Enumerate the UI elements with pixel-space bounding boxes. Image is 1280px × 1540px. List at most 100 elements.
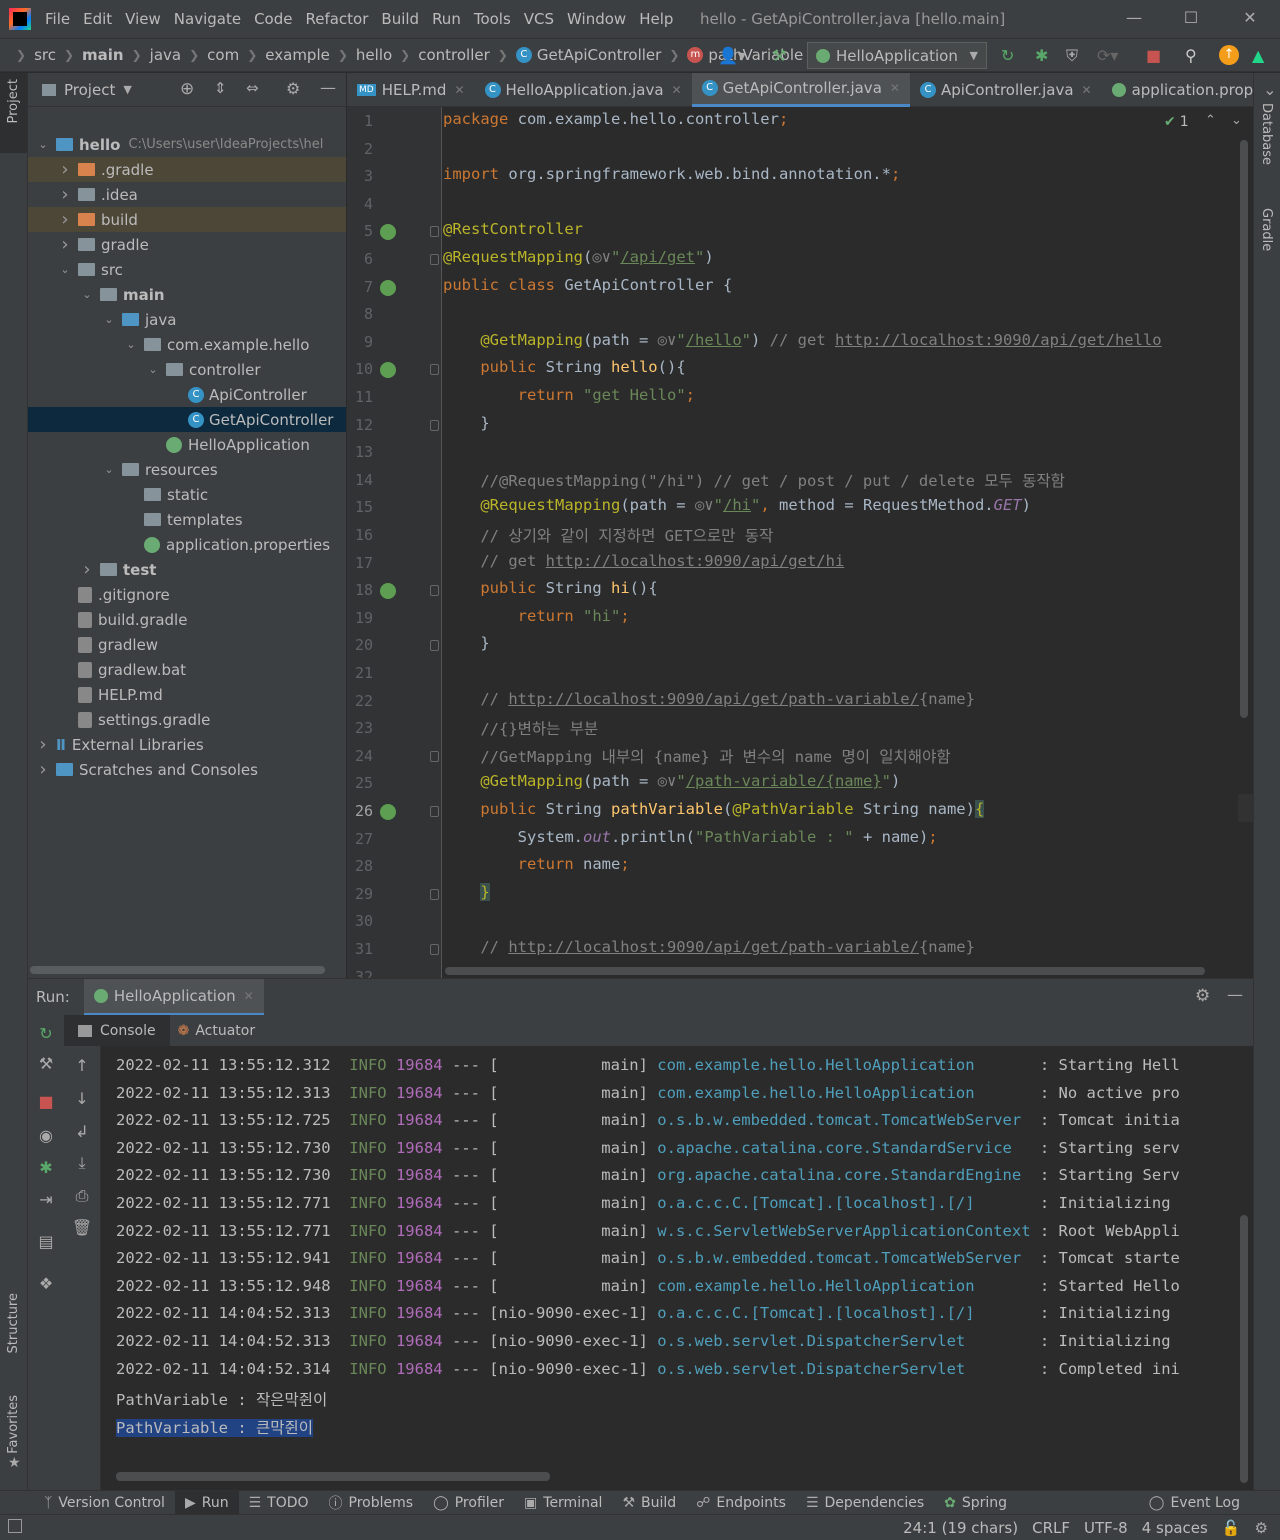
file-encoding[interactable]: UTF-8 xyxy=(1084,1519,1128,1537)
hide-panel-icon[interactable]: — xyxy=(1227,985,1243,1004)
lock-icon[interactable]: 🔓 xyxy=(1222,1519,1241,1537)
close-window-icon[interactable]: ✕ xyxy=(1240,8,1260,27)
breadcrumb-src[interactable]: src xyxy=(34,46,56,64)
spring-bean-icon[interactable] xyxy=(380,583,396,600)
update-icon[interactable]: ↑ xyxy=(1219,45,1239,65)
tree-item[interactable]: settings.gradle xyxy=(28,707,346,732)
tree-item[interactable]: ⌄ resources xyxy=(28,457,346,482)
close-icon[interactable]: ✕ xyxy=(672,83,682,97)
run-button[interactable]: ▶ Run xyxy=(174,1490,239,1515)
project-stripe-button[interactable]: Project xyxy=(6,79,21,123)
tree-item[interactable]: templates xyxy=(28,507,346,532)
search-icon[interactable]: ⚲ xyxy=(1185,46,1197,65)
fold-icon[interactable] xyxy=(430,585,439,597)
run-config-selector[interactable]: HelloApplication ▼ xyxy=(807,42,987,69)
chevron-right-icon[interactable]: › xyxy=(36,759,50,780)
print-icon[interactable]: ⎙ xyxy=(64,1186,100,1206)
version-control-button[interactable]: ᛉ Version Control xyxy=(34,1491,175,1515)
tree-item[interactable]: › build xyxy=(28,207,346,232)
menu-edit[interactable]: Edit xyxy=(83,10,112,28)
menu-tools[interactable]: Tools xyxy=(474,10,511,28)
editor-vertical-scrollbar[interactable] xyxy=(1240,140,1248,718)
breadcrumb-com[interactable]: com xyxy=(207,46,239,64)
stop-icon[interactable]: ■ xyxy=(28,1092,64,1111)
trash-icon[interactable]: 🗑 xyxy=(64,1218,100,1237)
tree-item[interactable]: › test xyxy=(28,557,346,582)
gradle-stripe-button[interactable]: Gradle xyxy=(1259,208,1274,251)
tree-item[interactable]: ⌄ com.example.hello xyxy=(28,332,346,357)
hide-panel-icon[interactable]: — xyxy=(320,78,336,97)
fold-icon[interactable] xyxy=(430,364,439,376)
inspection-ok-icon[interactable]: ✔ 1 xyxy=(1164,114,1189,130)
chevron-down-icon[interactable]: ⌄ xyxy=(124,338,138,351)
profiler-button[interactable]: ◯ Profiler xyxy=(423,1491,514,1515)
menu-navigate[interactable]: Navigate xyxy=(174,10,241,28)
rerun-icon[interactable]: ↻ xyxy=(28,1024,64,1043)
breadcrumb-java[interactable]: java xyxy=(150,46,181,64)
tree-item[interactable]: ⌄ hello C:\Users\user\IdeaProjects\hel xyxy=(28,132,346,157)
gear-icon[interactable]: ⚙ xyxy=(286,79,300,98)
chevron-down-icon[interactable]: ▼ xyxy=(123,83,131,96)
tree-item[interactable]: C ApiController xyxy=(28,382,346,407)
user-icon[interactable]: 👤▾ xyxy=(718,46,746,65)
console-output[interactable]: 2022-02-11 13:55:12.312 INFO 19684 --- [… xyxy=(101,1046,1239,1490)
chevron-right-icon[interactable]: › xyxy=(58,159,72,180)
editor-tab[interactable]: MD HELP.md ✕ xyxy=(347,73,475,107)
tree-item[interactable]: ⌄ src xyxy=(28,257,346,282)
tree-item[interactable]: › Scratches and Consoles xyxy=(28,757,346,782)
code-editor[interactable]: package com.example.hello.controller; imp… xyxy=(443,107,1238,964)
jetbrains-toolbox-icon[interactable]: ▲ xyxy=(1252,46,1264,65)
inspector-icon[interactable]: ⚙ xyxy=(1255,1519,1268,1537)
endpoints-button[interactable]: ☍ Endpoints xyxy=(686,1491,796,1515)
layout-icon[interactable]: ▤ xyxy=(28,1232,64,1251)
tree-item[interactable]: HELP.md xyxy=(28,682,346,707)
tree-item[interactable]: gradlew xyxy=(28,632,346,657)
menu-refactor[interactable]: Refactor xyxy=(305,10,368,28)
editor-hscroll-thumb[interactable] xyxy=(445,967,1205,975)
project-scrollbar[interactable] xyxy=(30,966,325,974)
editor-tab[interactable]: C HelloApplication.java ✕ xyxy=(475,73,692,107)
terminal-button[interactable]: ▣ Terminal xyxy=(514,1491,612,1515)
tree-item[interactable]: C GetApiController xyxy=(28,407,346,432)
menu-window[interactable]: Window xyxy=(567,10,626,28)
collapse-all-icon[interactable]: ⇔ xyxy=(246,79,259,97)
tree-item[interactable]: application.properties xyxy=(28,532,346,557)
hammer-icon[interactable]: ⚒ xyxy=(772,46,786,65)
close-icon[interactable]: ✕ xyxy=(1082,83,1092,97)
spring-button[interactable]: ✿ Spring xyxy=(934,1491,1017,1515)
dependencies-button[interactable]: ☰ Dependencies xyxy=(796,1491,934,1515)
toggle-tool-windows-icon[interactable] xyxy=(8,1519,22,1533)
problems-button[interactable]: ⓘ Problems xyxy=(319,1491,424,1515)
spring-bean-icon[interactable] xyxy=(380,224,396,241)
tree-item[interactable]: HelloApplication xyxy=(28,432,346,457)
chevron-right-icon[interactable]: › xyxy=(80,559,94,580)
menu-help[interactable]: Help xyxy=(639,10,673,28)
caret-position[interactable]: 24:1 (19 chars) xyxy=(903,1519,1018,1537)
tree-item[interactable]: ⌄ java xyxy=(28,307,346,332)
fold-icon[interactable] xyxy=(430,888,439,900)
event-log-button[interactable]: ◯ Event Log xyxy=(1139,1491,1250,1515)
chevron-down-icon[interactable]: ⌄ xyxy=(1231,113,1242,128)
menu-code[interactable]: Code xyxy=(254,10,292,28)
chevron-right-icon[interactable]: › xyxy=(58,184,72,205)
spring-bean-icon[interactable] xyxy=(380,279,396,296)
fold-icon[interactable] xyxy=(430,419,439,431)
editor-tab[interactable]: application.prop xyxy=(1102,73,1264,107)
indent-setting[interactable]: 4 spaces xyxy=(1142,1519,1208,1537)
debug-icon[interactable]: ✱ xyxy=(28,1158,64,1177)
tree-item[interactable]: ⌄ main xyxy=(28,282,346,307)
menu-build[interactable]: Build xyxy=(381,10,419,28)
line-separator[interactable]: CRLF xyxy=(1032,1519,1070,1537)
minimize-icon[interactable]: — xyxy=(1124,8,1144,27)
rerun-icon[interactable]: ↻ xyxy=(1001,46,1014,65)
chevron-down-icon[interactable]: ⌄ xyxy=(58,263,72,276)
close-icon[interactable]: ✕ xyxy=(890,81,900,95)
tree-item[interactable]: › Ⅱ External Libraries xyxy=(28,732,346,757)
chevron-up-icon[interactable]: ⌃ xyxy=(1205,113,1216,128)
scroll-to-end-icon[interactable]: ⤓ xyxy=(64,1153,100,1173)
run-tab-hello-application[interactable]: HelloApplication ✕ xyxy=(83,978,264,1016)
maximize-icon[interactable]: ☐ xyxy=(1181,8,1201,27)
locate-icon[interactable]: ⊕ xyxy=(180,79,194,99)
fold-icon[interactable] xyxy=(430,944,439,955)
profile-icon[interactable]: ⟳▾ xyxy=(1097,46,1118,65)
